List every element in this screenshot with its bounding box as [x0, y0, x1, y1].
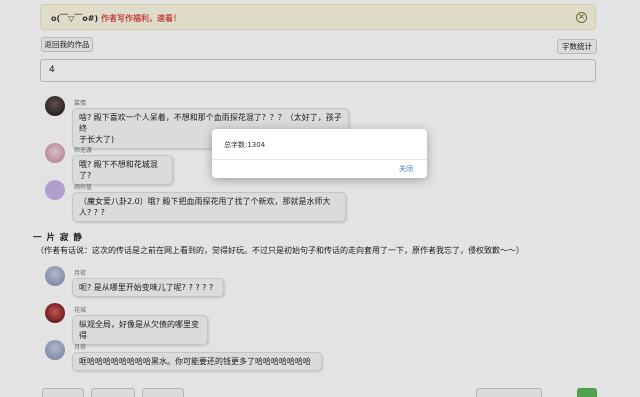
word-count-modal: 总字数:1304 关闭	[212, 129, 427, 178]
page: o(￣▽￣o#) 作者写作福利，速看！ × 返回我的作品 字数统计 4 慕情 啥…	[0, 0, 640, 397]
total-word-count: 总字数:1304	[224, 141, 266, 149]
modal-close-button[interactable]: 关闭	[399, 164, 413, 174]
modal-backdrop	[0, 0, 640, 397]
modal-divider	[212, 159, 427, 160]
